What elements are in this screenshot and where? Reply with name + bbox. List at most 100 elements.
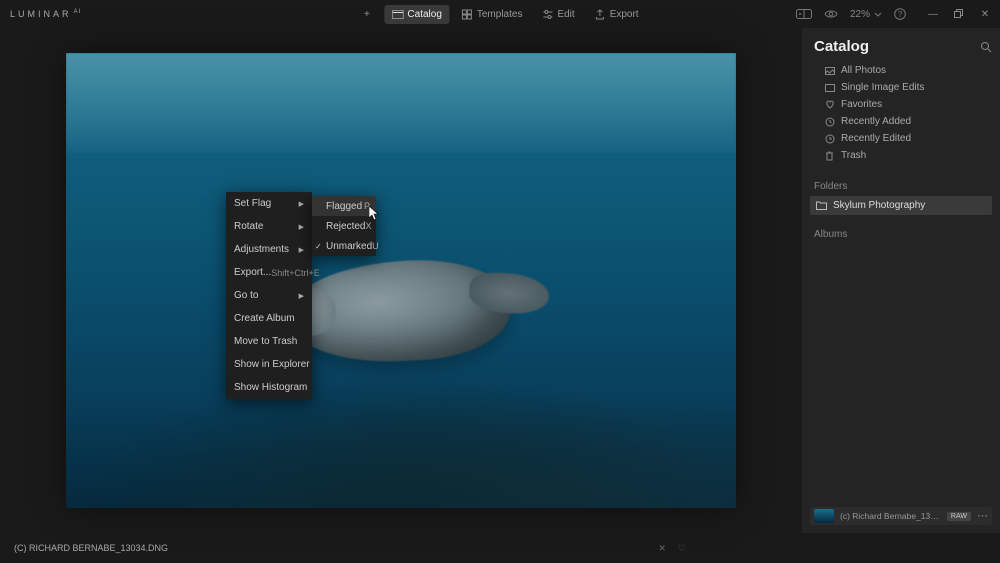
zoom-value[interactable]: 22% bbox=[850, 9, 870, 20]
shortcut-single-edits[interactable]: Single Image Edits bbox=[810, 80, 992, 95]
catalog-tab[interactable]: Catalog bbox=[384, 5, 449, 24]
submenu-rejected-label: Rejected bbox=[326, 221, 365, 232]
thumbnail-filename: (c) Richard Bernabe_13034.dng bbox=[840, 511, 941, 521]
submenu-set-flag: FlaggedP RejectedX ✓UnmarkedU bbox=[312, 196, 376, 256]
menu-set-flag[interactable]: Set Flag ▶ bbox=[226, 192, 312, 215]
templates-tab[interactable]: Templates bbox=[454, 5, 531, 24]
menu-create-album[interactable]: Create Album bbox=[226, 307, 312, 330]
edit-tab[interactable]: Edit bbox=[534, 5, 582, 24]
chevron-down-icon[interactable] bbox=[874, 12, 882, 17]
app-logo: LUMINARAI bbox=[10, 9, 81, 19]
raw-badge: RAW bbox=[947, 512, 971, 521]
image-viewer[interactable]: Set Flag ▶ Rotate ▶ Adjustments ▶ Export...… bbox=[0, 28, 802, 533]
sliders-icon bbox=[542, 9, 553, 20]
shortcut-recently-edited[interactable]: Recently Edited bbox=[810, 131, 992, 146]
export-tab[interactable]: Export bbox=[587, 5, 647, 24]
submenu-unmarked-key: U bbox=[372, 241, 379, 251]
menu-export-label: Export... bbox=[234, 267, 271, 278]
bottom-actions: ✕ ♡ bbox=[658, 543, 686, 554]
add-button[interactable]: + bbox=[353, 5, 380, 24]
menu-show-histogram[interactable]: Show Histogram bbox=[226, 376, 312, 399]
export-label: Export bbox=[610, 9, 639, 20]
shortcut-trash[interactable]: Trash bbox=[810, 148, 992, 163]
bottom-bar: (C) RICHARD BERNABE_13034.DNG ✕ ♡ bbox=[0, 533, 1000, 563]
menu-adjustments[interactable]: Adjustments ▶ bbox=[226, 238, 312, 261]
heart-icon bbox=[824, 100, 835, 109]
minimize-button[interactable]: ― bbox=[928, 9, 938, 20]
folders-label: Folders bbox=[814, 181, 992, 192]
shortcut-list: All Photos Single Image Edits Favorites … bbox=[810, 63, 992, 163]
shortcut-recentadd-label: Recently Added bbox=[841, 116, 911, 127]
submenu-rejected[interactable]: RejectedX bbox=[312, 216, 376, 236]
app-name: LUMINAR bbox=[10, 9, 72, 19]
export-icon bbox=[595, 9, 606, 20]
submenu-rejected-key: X bbox=[365, 221, 371, 231]
menu-show-histogram-label: Show Histogram bbox=[234, 382, 307, 393]
chevron-right-icon: ▶ bbox=[299, 246, 304, 254]
filename-label: (C) RICHARD BERNABE_13034.DNG bbox=[14, 543, 168, 553]
main: Set Flag ▶ Rotate ▶ Adjustments ▶ Export...… bbox=[0, 28, 1000, 533]
plus-icon: + bbox=[361, 9, 372, 20]
right-panel: Catalog All Photos Single Image Edits Fa… bbox=[802, 28, 1000, 533]
chevron-right-icon: ▶ bbox=[299, 292, 304, 300]
panel-title: Catalog bbox=[814, 38, 869, 55]
shortcut-all-photos[interactable]: All Photos bbox=[810, 63, 992, 78]
chevron-right-icon: ▶ bbox=[299, 200, 304, 208]
menu-rotate-label: Rotate bbox=[234, 221, 263, 232]
folder-item[interactable]: Skylum Photography bbox=[810, 196, 992, 215]
thumbnail[interactable] bbox=[814, 509, 834, 523]
topbar-right: 22% ? ― ✕ bbox=[796, 8, 990, 20]
menu-move-trash-label: Move to Trash bbox=[234, 336, 297, 347]
trash-icon bbox=[824, 151, 835, 161]
shortcut-favorites[interactable]: Favorites bbox=[810, 97, 992, 112]
grid-icon bbox=[392, 9, 403, 20]
clock-plus-icon bbox=[824, 117, 835, 127]
cursor-icon bbox=[369, 206, 380, 222]
menu-export[interactable]: Export...Shift+Ctrl+E bbox=[226, 261, 312, 284]
image-icon bbox=[824, 84, 835, 92]
help-icon[interactable]: ? bbox=[894, 8, 906, 20]
catalog-label: Catalog bbox=[407, 9, 441, 20]
favorite-button[interactable]: ♡ bbox=[678, 543, 686, 554]
menu-create-album-label: Create Album bbox=[234, 313, 295, 324]
compare-icon[interactable] bbox=[796, 9, 812, 19]
topbar-center: + Catalog Templates Edit Export bbox=[353, 5, 646, 24]
shortcut-recentedit-label: Recently Edited bbox=[841, 133, 911, 144]
menu-show-explorer[interactable]: Show in Explorer bbox=[226, 353, 312, 376]
thumbnail-bar[interactable]: (c) Richard Bernabe_13034.dng RAW ⋯ bbox=[810, 507, 992, 525]
submenu-unmarked[interactable]: ✓UnmarkedU bbox=[312, 236, 376, 256]
reject-button[interactable]: ✕ bbox=[658, 543, 666, 554]
menu-move-trash[interactable]: Move to Trash bbox=[226, 330, 312, 353]
window-controls: ― ✕ bbox=[928, 9, 990, 20]
more-icon[interactable]: ⋯ bbox=[977, 511, 988, 522]
eye-icon[interactable] bbox=[824, 9, 838, 19]
search-icon[interactable] bbox=[980, 41, 992, 53]
menu-adjustments-label: Adjustments bbox=[234, 244, 289, 255]
shortcut-single-label: Single Image Edits bbox=[841, 82, 924, 93]
submenu-flagged[interactable]: FlaggedP bbox=[312, 196, 376, 216]
maximize-button[interactable] bbox=[954, 9, 964, 20]
check-icon: ✓ bbox=[315, 242, 322, 251]
folder-name: Skylum Photography bbox=[833, 200, 925, 211]
photo-subject bbox=[288, 255, 513, 366]
chevron-right-icon: ▶ bbox=[299, 223, 304, 231]
topbar: LUMINARAI + Catalog Templates Edit Expor… bbox=[0, 0, 1000, 28]
shortcut-trash-label: Trash bbox=[841, 150, 866, 161]
albums-label: Albums bbox=[814, 229, 992, 240]
folder-icon bbox=[816, 201, 827, 210]
photo-preview[interactable] bbox=[66, 53, 736, 508]
menu-export-shortcut: Shift+Ctrl+E bbox=[271, 268, 320, 278]
photos-icon bbox=[824, 67, 835, 75]
context-menu: Set Flag ▶ Rotate ▶ Adjustments ▶ Export...… bbox=[226, 192, 312, 399]
shortcut-fav-label: Favorites bbox=[841, 99, 882, 110]
templates-label: Templates bbox=[477, 9, 523, 20]
panel-title-row: Catalog bbox=[814, 38, 992, 55]
edit-label: Edit bbox=[557, 9, 574, 20]
shortcut-recently-added[interactable]: Recently Added bbox=[810, 114, 992, 129]
close-button[interactable]: ✕ bbox=[980, 9, 990, 20]
menu-goto[interactable]: Go to ▶ bbox=[226, 284, 312, 307]
menu-goto-label: Go to bbox=[234, 290, 258, 301]
menu-rotate[interactable]: Rotate ▶ bbox=[226, 215, 312, 238]
submenu-flagged-label: Flagged bbox=[326, 201, 362, 212]
menu-set-flag-label: Set Flag bbox=[234, 198, 271, 209]
